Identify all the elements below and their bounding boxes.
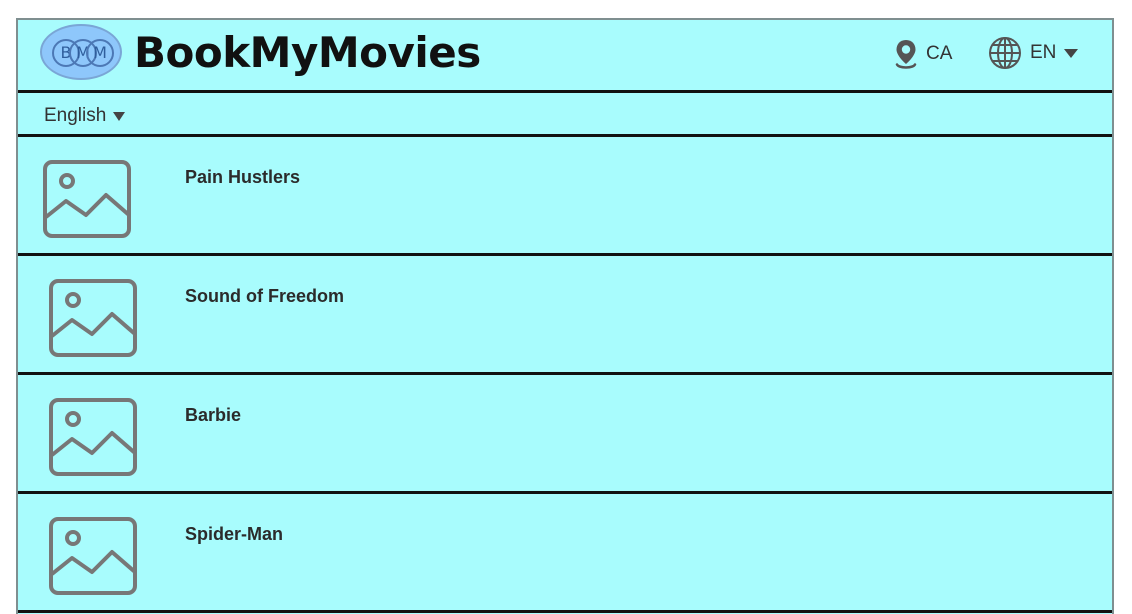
chevron-down-icon bbox=[1064, 48, 1079, 58]
location-pin-icon bbox=[895, 40, 917, 69]
image-placeholder-icon bbox=[49, 517, 137, 595]
image-placeholder-icon bbox=[49, 279, 137, 357]
language-selector[interactable]: EN bbox=[988, 36, 1079, 70]
location-selector[interactable]: CA bbox=[894, 38, 952, 70]
movie-title[interactable]: Sound of Freedom bbox=[185, 286, 344, 307]
movie-title[interactable]: Spider-Man bbox=[185, 524, 283, 545]
image-placeholder-icon bbox=[49, 398, 137, 476]
movie-title[interactable]: Pain Hustlers bbox=[185, 167, 300, 188]
logo-letter-m2: M bbox=[86, 39, 114, 67]
brand-title[interactable]: BookMyMovies bbox=[134, 28, 481, 77]
filter-bar: English bbox=[18, 93, 1112, 137]
movie-row-spider-man[interactable]: Spider-Man bbox=[18, 494, 1112, 613]
language-label: EN bbox=[1030, 42, 1057, 63]
language-filter-label: English bbox=[44, 105, 107, 126]
header: B M M BookMyMovies CA EN bbox=[18, 20, 1112, 93]
chevron-down-icon bbox=[113, 111, 126, 121]
location-label: CA bbox=[926, 43, 953, 64]
image-placeholder-icon bbox=[43, 160, 131, 238]
app-window: B M M BookMyMovies CA EN English Pain Hu… bbox=[16, 18, 1114, 614]
language-filter-dropdown[interactable]: English bbox=[44, 105, 126, 127]
globe-icon bbox=[989, 37, 1021, 69]
movie-title[interactable]: Barbie bbox=[185, 405, 241, 426]
movie-list: Pain Hustlers Sound of Freedom Barbie Sp… bbox=[18, 137, 1112, 613]
movie-row-barbie[interactable]: Barbie bbox=[18, 375, 1112, 494]
movie-row-pain-hustlers[interactable]: Pain Hustlers bbox=[18, 137, 1112, 256]
logo[interactable]: B M M bbox=[40, 24, 122, 80]
movie-row-sound-of-freedom[interactable]: Sound of Freedom bbox=[18, 256, 1112, 375]
